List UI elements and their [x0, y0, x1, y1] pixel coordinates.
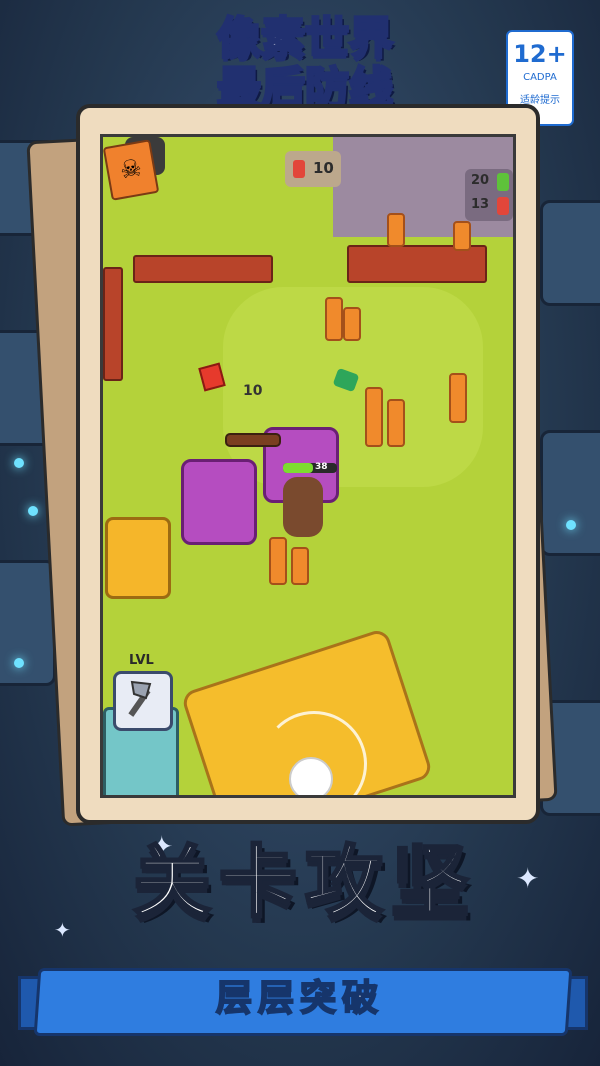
orange-tree — [343, 307, 361, 341]
orange-tree — [325, 297, 343, 341]
level-label: LVL — [129, 653, 154, 668]
player-hp-fill — [283, 463, 313, 473]
orange-tree — [291, 547, 309, 585]
age-rating-org: CADPA — [523, 72, 557, 83]
orange-tree — [365, 387, 383, 447]
game-title: 像素世界 最后防线 — [180, 12, 430, 115]
glow-dot — [566, 520, 576, 530]
glow-dot — [14, 658, 24, 668]
axe-upgrade-button[interactable] — [113, 671, 173, 731]
top-counter-value: 10 — [313, 159, 334, 177]
orange-tree — [453, 221, 471, 251]
resource-green-value: 20 — [471, 173, 490, 188]
resource-panel: 20 13 — [465, 169, 513, 221]
fence — [103, 267, 123, 381]
yellow-crate — [105, 517, 171, 599]
glow-dot — [14, 458, 24, 468]
purple-sofa — [181, 459, 257, 545]
player-hp-bar: 38 — [283, 462, 337, 473]
game-title-line1: 像素世界 — [216, 12, 395, 65]
ribbon-text: 层层突破 — [215, 977, 384, 1020]
orange-tree — [269, 537, 287, 585]
sparkle-icon: ✦ — [516, 862, 540, 895]
enemy-hp-bar — [225, 433, 281, 447]
red-block — [198, 362, 226, 392]
damage-number: 10 — [243, 383, 263, 399]
axe-icon — [128, 680, 152, 717]
brick-decoration — [540, 430, 600, 556]
fence — [133, 255, 273, 283]
orange-tree — [387, 213, 405, 247]
fuel-can-icon — [293, 160, 305, 178]
green-can-icon — [497, 173, 509, 191]
brick-decoration — [0, 560, 56, 686]
headline: 关卡攻坚 — [131, 837, 477, 930]
player-character — [283, 477, 323, 537]
sparkle-icon: ✦ — [54, 918, 71, 942]
red-can-icon — [497, 197, 509, 215]
game-scene: ☠ 10 20 13 10 38 LVL — [100, 134, 516, 798]
resource-red-value: 13 — [471, 197, 490, 212]
glow-dot — [28, 506, 38, 516]
joystick-knob[interactable] — [289, 757, 333, 795]
skull-icon: ☠ — [103, 139, 160, 201]
top-counter-panel: 10 — [285, 151, 341, 187]
age-rating-value: 12+ — [513, 40, 567, 68]
orange-tree — [449, 373, 467, 423]
brick-decoration — [540, 200, 600, 306]
orange-tree — [387, 399, 405, 447]
player-hp-value: 38 — [315, 462, 328, 472]
